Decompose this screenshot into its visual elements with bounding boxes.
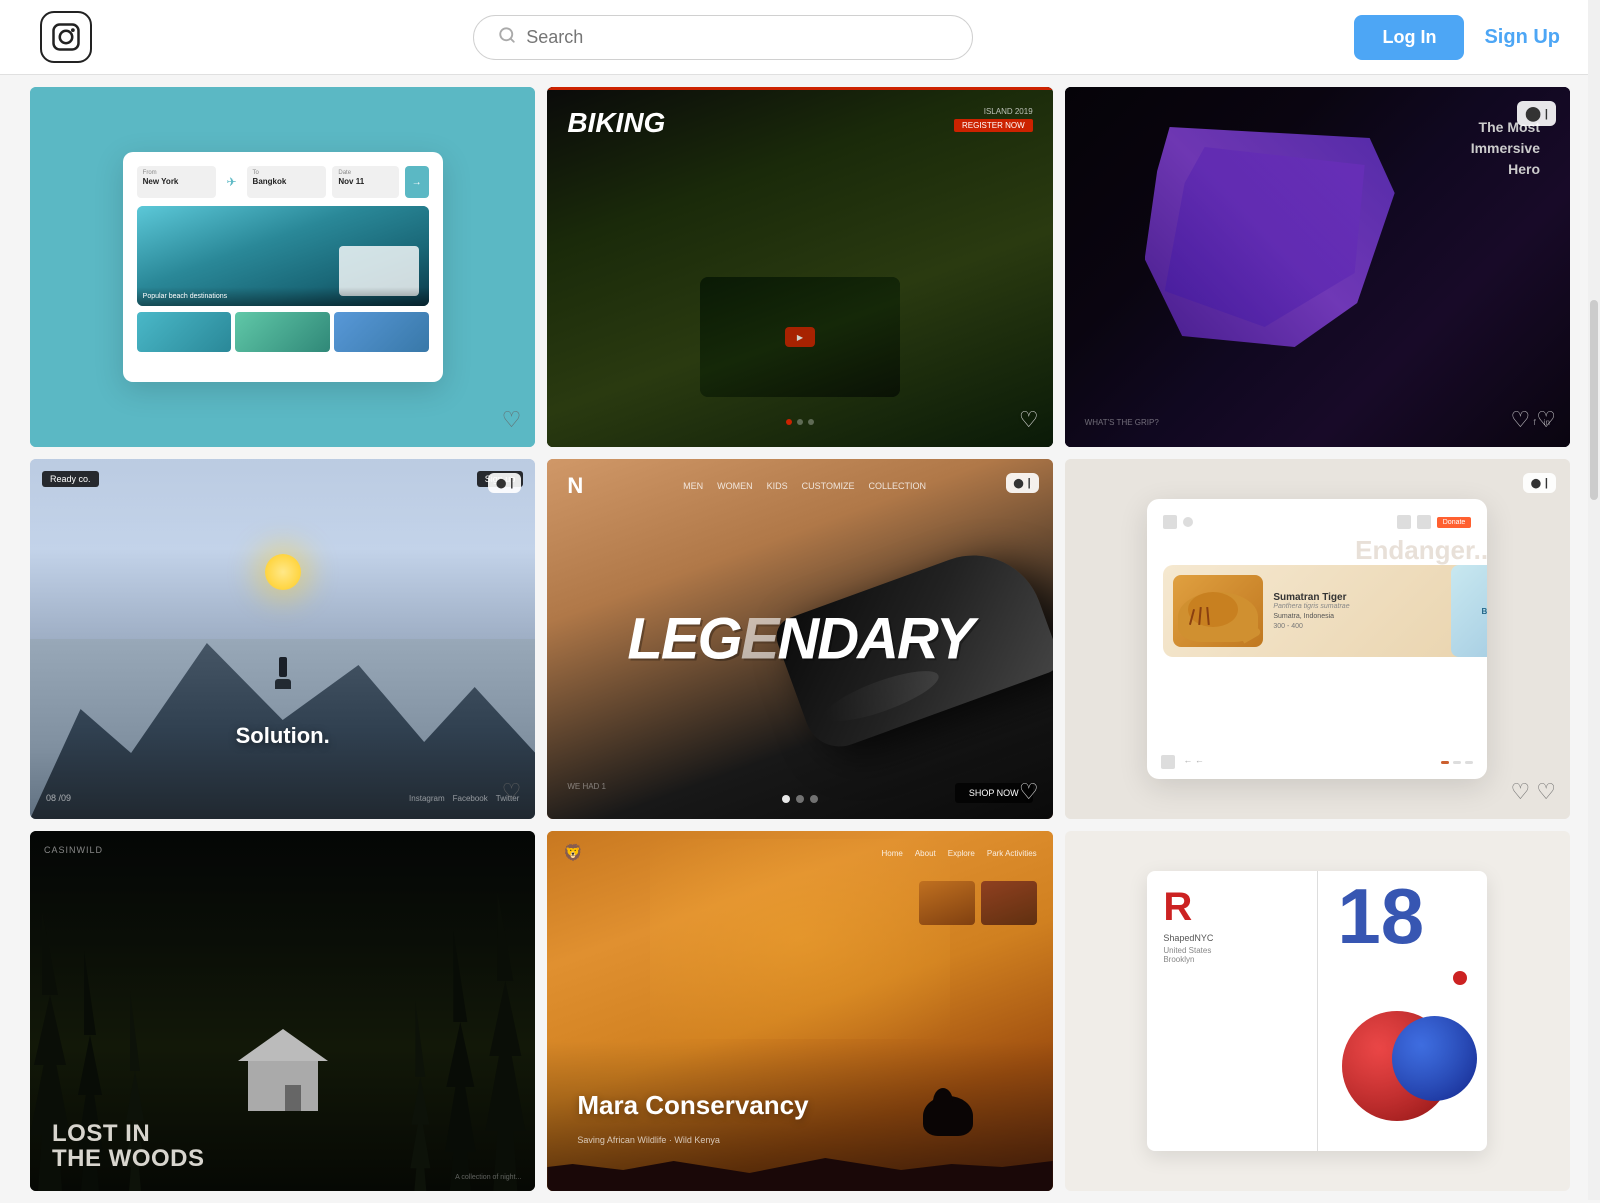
login-button[interactable]: Log In xyxy=(1354,15,1464,60)
video-badge: ⬤| xyxy=(1517,101,1556,126)
card-9-mockup: R ShapedNYC United States Brooklyn 18 xyxy=(1147,871,1487,1151)
grid-item[interactable]: From New York ✈ To Bangkok Date Nov 11 → xyxy=(30,87,535,447)
heart-icon[interactable]: ♡ ♡ xyxy=(1510,779,1556,805)
card-4-text: Solution. xyxy=(236,723,330,749)
card-6-mockup: Donate Endanger... xyxy=(1147,499,1487,779)
search-bar[interactable] xyxy=(473,15,973,60)
heart-icon[interactable]: ♡ xyxy=(502,407,522,433)
video-badge: ⬤| xyxy=(1523,473,1556,493)
card-6-title-text: Endanger... xyxy=(1355,535,1487,566)
scrollbar-thumb[interactable] xyxy=(1590,300,1598,500)
card-9-r: R xyxy=(1163,887,1311,927)
card-1-mockup: From New York ✈ To Bangkok Date Nov 11 → xyxy=(123,152,443,382)
signup-button[interactable]: Sign Up xyxy=(1484,26,1560,49)
heart-icon[interactable]: ♡ xyxy=(1019,779,1039,805)
logo-area xyxy=(40,11,92,63)
card-9-num: 18 xyxy=(1327,871,1487,951)
instagram-logo[interactable] xyxy=(40,11,92,63)
video-badge: ⬤| xyxy=(1006,473,1039,493)
heart-icon[interactable]: ♡ xyxy=(502,779,522,805)
heart-icon[interactable]: ♡ xyxy=(1019,407,1039,433)
card-7-title: LOST INTHE WOODS xyxy=(52,1121,205,1171)
grid-item[interactable]: Solution. Ready co. Sign up 08 /09 Insta… xyxy=(30,459,535,819)
card-6-species: Sumatran Tiger xyxy=(1273,592,1461,603)
grid-item[interactable]: Biking ISLAND 2019 REGISTER NOW ▶ ♡ xyxy=(547,87,1052,447)
card-6-location: Sumatra, Indonesia xyxy=(1273,613,1461,620)
grid-item[interactable]: R ShapedNYC United States Brooklyn 18 xyxy=(1065,831,1570,1191)
grid-item[interactable]: LOST INTHE WOODS CASINWILD A collection … xyxy=(30,831,535,1191)
header: Log In Sign Up xyxy=(0,0,1600,75)
grid-item[interactable]: 🦁 Home About Explore Park Activities xyxy=(547,831,1052,1191)
video-badge: ⬤| xyxy=(488,473,521,493)
header-actions: Log In Sign Up xyxy=(1354,15,1560,60)
card-7-badge: CASINWILD xyxy=(44,845,103,855)
scrollbar[interactable] xyxy=(1588,0,1600,1200)
card-6-population: 300 - 400 xyxy=(1273,623,1461,630)
heart-icon[interactable]: ♡ ♡ xyxy=(1510,407,1556,433)
card-2-title: Biking xyxy=(567,107,665,139)
grid-item[interactable]: Donate Endanger... xyxy=(1065,459,1570,819)
search-input[interactable] xyxy=(526,27,948,48)
search-icon xyxy=(498,26,516,49)
grid-item[interactable]: N Men Women Kids Customize Collection ⌕ … xyxy=(547,459,1052,819)
card-5-title: LEGENDARY xyxy=(627,606,972,673)
card-6-latin: Panthera tigris sumatrae xyxy=(1273,603,1461,610)
grid-item[interactable]: The Most Immersive Hero WHAT'S THE GRIP?… xyxy=(1065,87,1570,447)
photo-grid: From New York ✈ To Bangkok Date Nov 11 → xyxy=(0,75,1600,1203)
card-8-title: Mara Conservancy xyxy=(577,1090,808,1121)
